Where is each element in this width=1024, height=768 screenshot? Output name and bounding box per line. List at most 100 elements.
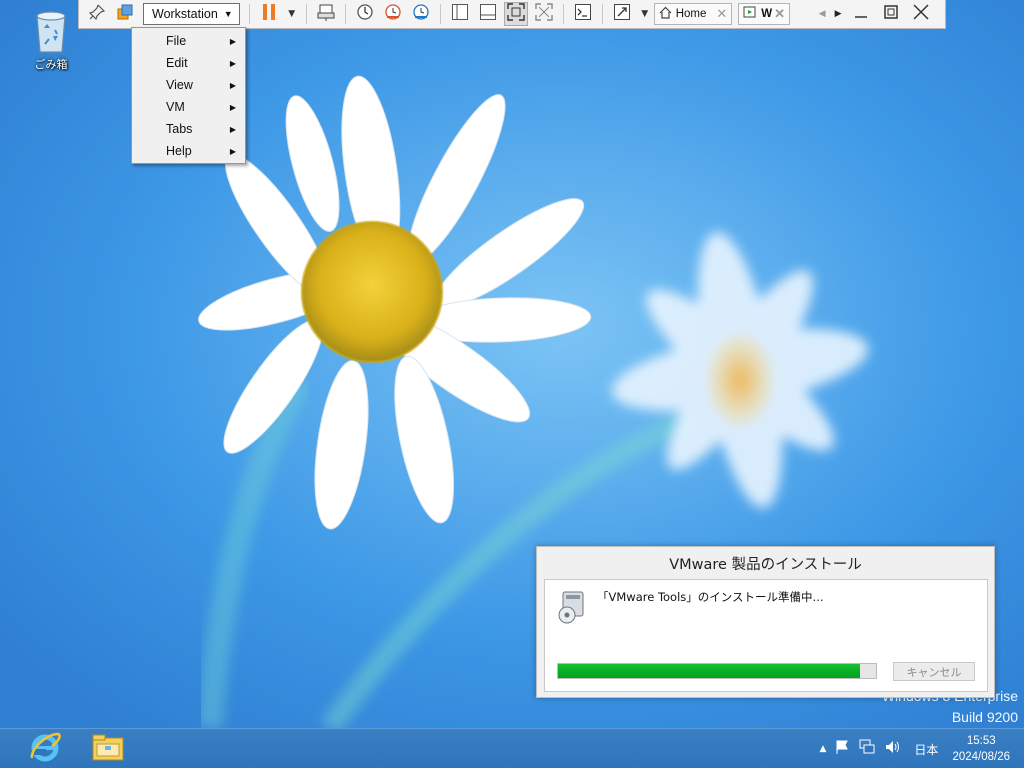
restore-windows-icon [117,4,133,24]
toolbar-separator [562,4,564,24]
menu-item-label: Tabs [166,122,193,136]
input-language-indicator[interactable]: 日本 [914,741,938,758]
tab-home-label: Home [675,8,707,20]
recycle-bin-icon [31,6,71,54]
take-snapshot-button[interactable] [353,2,377,26]
unity-mode-button[interactable] [532,2,556,26]
watermark-build: Build 9200 [951,709,1018,725]
show-thumbnail-bar-button[interactable] [476,2,500,26]
chevron-right-icon: ▶ [229,147,236,156]
network-button[interactable] [858,739,876,759]
terminal-icon [574,3,592,25]
workstation-menu: File ▶ Edit ▶ View ▶ VM ▶ Tabs ▶ Help ▶ [131,27,246,164]
vm-icon [743,6,757,22]
full-screen-button[interactable] [503,2,528,26]
cancel-button[interactable]: キャンセル [893,662,975,681]
show-hidden-icons-button[interactable]: ▲ [820,744,827,754]
menu-item-tabs[interactable]: Tabs ▶ [132,118,245,140]
thumbnail-bar-icon [479,3,497,25]
chevron-right-icon: ▶ [229,125,236,134]
progress-fill [558,664,861,678]
toolbar-separator [601,4,603,24]
menu-item-label: Edit [166,56,188,70]
switch-window-button[interactable] [113,2,137,26]
vmware-fullscreen-toolbar: Workstation ▼ ▼ ▼ Home ✕ W ✕ ◀ ▶ [78,0,946,29]
menu-item-label: Help [166,144,192,158]
chevron-up-icon: ▲ [819,744,827,754]
taskbar-app-file-explorer[interactable] [78,731,138,767]
restore-button[interactable] [876,2,906,26]
show-library-button[interactable] [448,2,472,26]
chevron-down-icon: ▼ [288,9,296,19]
snapshot-clock-icon [356,3,374,25]
pin-icon [88,4,106,24]
tab-scroll-right-button[interactable]: ▶ [832,2,844,26]
taskbar-app-internet-explorer[interactable] [15,731,75,767]
taskbar-clock[interactable]: 15:53 2024/08/26 [952,733,1010,765]
snapshot-manager-icon [412,3,430,25]
chevron-left-icon: ◀ [818,9,826,19]
dialog-title: VMware 製品のインストール [669,557,862,573]
keyboard-send-icon [317,3,335,25]
toolbar-separator [344,4,346,24]
pin-toolbar-button[interactable] [85,2,109,26]
pause-icon [261,3,277,25]
menu-item-label: File [166,34,187,48]
chevron-right-icon: ▶ [229,103,236,112]
chevron-right-icon: ▶ [229,37,236,46]
clock-date: 2024/08/26 [952,751,1010,763]
minimize-icon [853,4,869,24]
close-icon[interactable]: ✕ [774,6,785,22]
network-icon [858,739,876,759]
chevron-down-icon: ▼ [641,9,649,19]
close-icon[interactable]: ✕ [716,6,727,22]
chevron-right-icon: ▶ [229,59,236,68]
dialog-message: 「VMware Tools」のインストール準備中... [597,590,824,604]
full-screen-icon [506,3,525,25]
recycle-bin-desktop-icon[interactable]: ごみ箱 [22,6,80,72]
menu-item-vm[interactable]: VM ▶ [132,96,245,118]
tab-vm-label: W [761,8,773,20]
volume-button[interactable] [884,739,902,759]
power-dropdown-button[interactable]: ▼ [285,2,299,26]
dialog-body: 「VMware Tools」のインストール準備中... キャンセル [544,579,988,692]
tab-vm[interactable]: W ✕ [738,3,791,25]
menu-item-edit[interactable]: Edit ▶ [132,52,245,74]
menu-item-help[interactable]: Help ▶ [132,140,245,162]
console-view-button[interactable] [571,2,595,26]
unity-mode-icon [534,3,553,25]
installer-package-icon [557,590,589,624]
stretch-dropdown-button[interactable]: ▼ [638,2,652,26]
snapshot-manager-button[interactable] [409,2,433,26]
close-icon [912,3,930,25]
revert-snapshot-button[interactable] [381,2,405,26]
send-ctrl-alt-del-button[interactable] [314,2,338,26]
minimize-button[interactable] [846,2,876,26]
library-panel-icon [451,3,469,25]
stretch-guest-button[interactable] [610,2,634,26]
toolbar-separator [439,4,441,24]
close-button[interactable] [906,2,936,26]
vmware-install-dialog: VMware 製品のインストール 「VMware Tools」のインストール準備… [536,546,995,698]
speaker-icon [884,739,902,759]
action-center-button[interactable] [834,739,850,759]
toolbar-separator [248,4,250,24]
menu-item-file[interactable]: File ▶ [132,30,245,52]
workstation-menu-label: Workstation [152,7,218,21]
flag-icon [834,739,850,759]
snapshot-revert-icon [384,3,402,25]
restore-icon [883,4,899,24]
pause-button[interactable] [257,2,281,26]
menu-item-label: View [166,78,193,92]
toolbar-separator [305,4,307,24]
clock-time: 15:53 [966,735,996,747]
tab-home[interactable]: Home ✕ [653,3,733,25]
menu-item-view[interactable]: View ▶ [132,74,245,96]
system-tray: ▲ 日本 15:53 2024/08/26 [816,729,1024,768]
chevron-right-icon: ▶ [229,81,236,90]
workstation-menu-button[interactable]: Workstation ▼ [143,3,240,25]
install-progress-bar [557,663,877,679]
chevron-right-icon: ▶ [834,9,842,19]
tab-scroll-left-button[interactable]: ◀ [816,2,828,26]
internet-explorer-icon [28,730,62,768]
